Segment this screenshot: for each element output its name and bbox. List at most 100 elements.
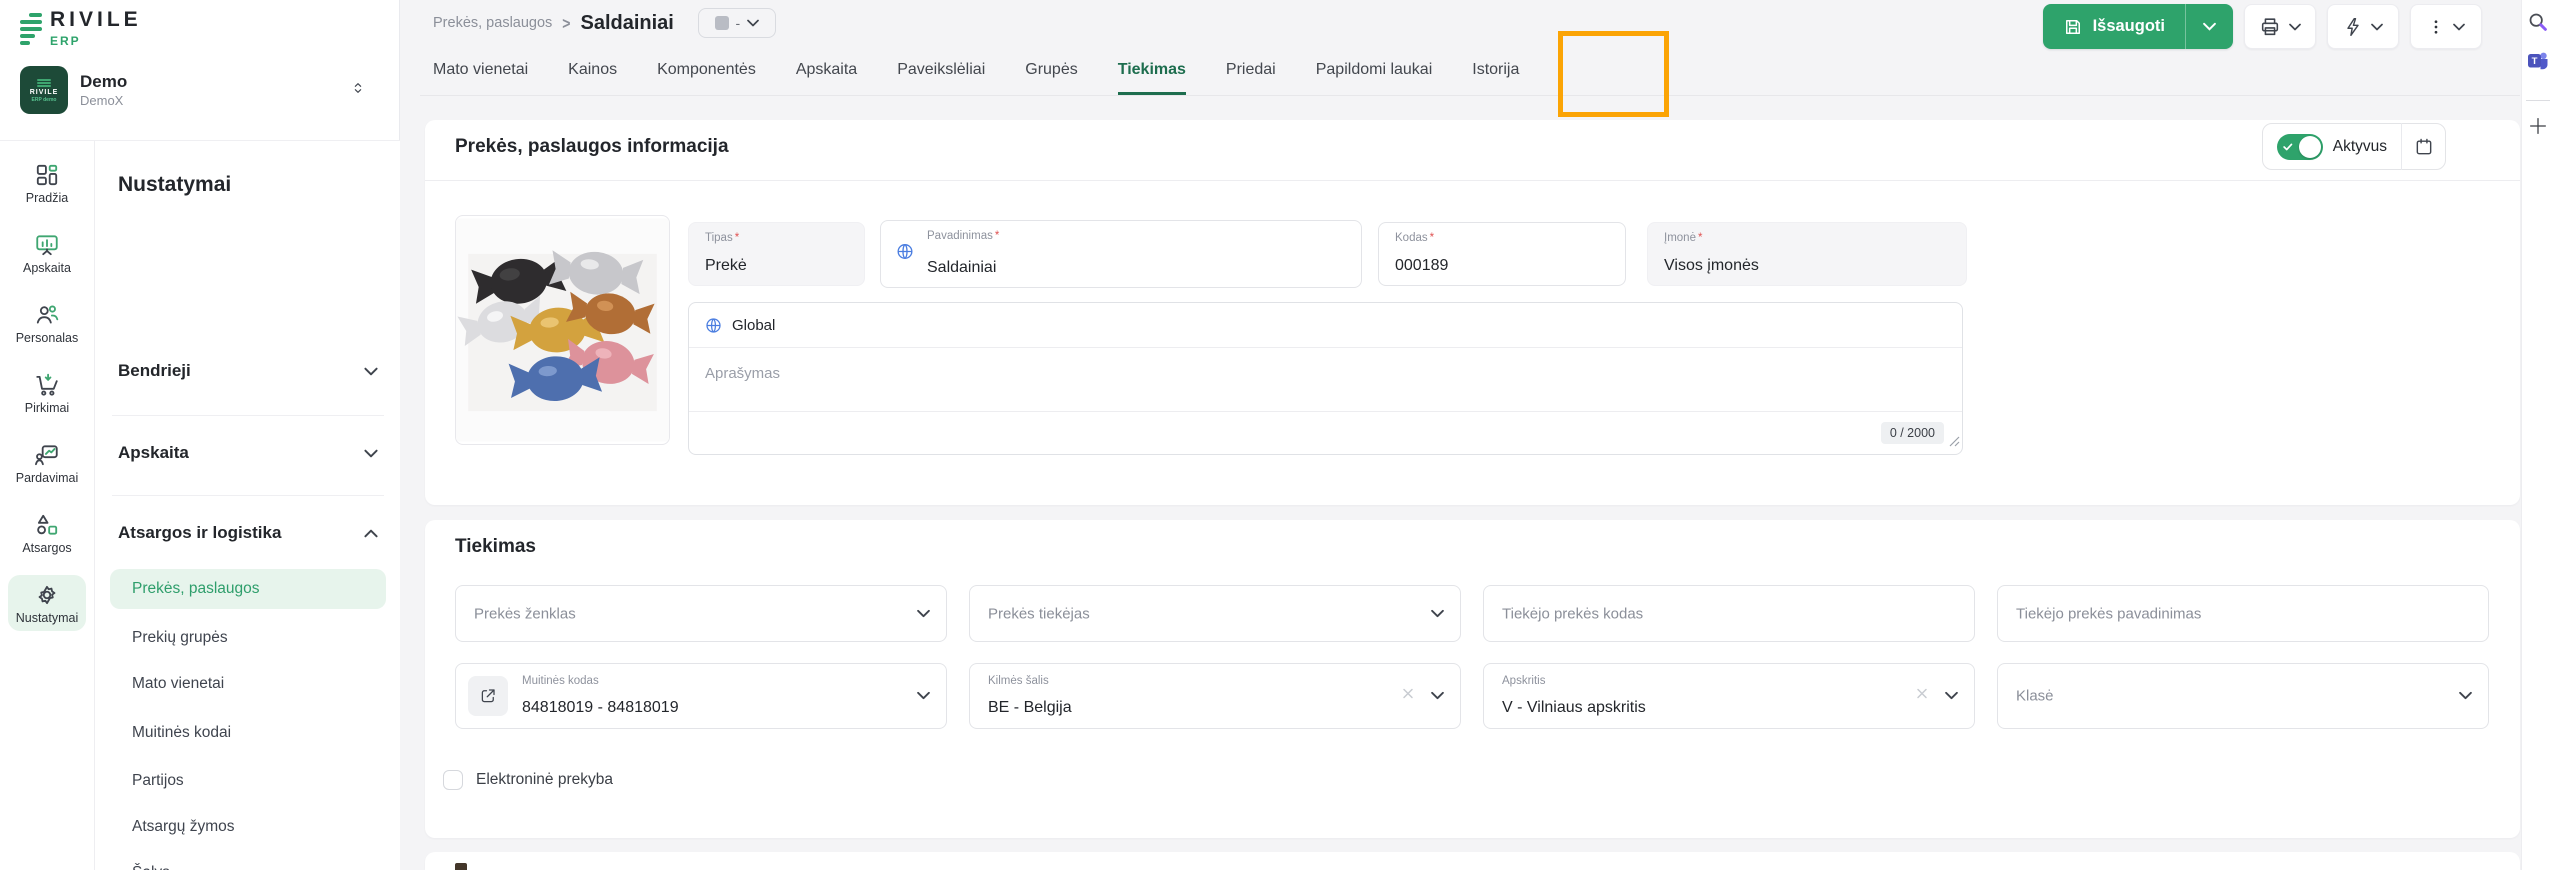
chevron-down-icon	[1431, 691, 1444, 700]
variant-dropdown[interactable]: -	[698, 8, 776, 38]
customs-code-select[interactable]: Muitinės kodas 84818019 - 84818019	[455, 663, 947, 729]
supplier-select[interactable]: Prekės tiekėjas	[969, 585, 1461, 642]
breadcrumb-link[interactable]: Prekės, paslaugos	[433, 15, 552, 31]
description-input[interactable]: Aprašymas	[705, 365, 780, 382]
save-button[interactable]: Išsaugoti	[2043, 4, 2233, 49]
rail-item-pradzia[interactable]: Pradžia	[8, 155, 86, 211]
print-button[interactable]	[2244, 4, 2316, 49]
tab-istorija[interactable]: Istorija	[1472, 45, 1519, 95]
tab-tiekimas[interactable]: Tiekimas	[1118, 45, 1186, 95]
sidebar-item-salys[interactable]: Šalys	[110, 853, 386, 870]
dashboard-icon	[34, 162, 60, 188]
card-title: Tiekimas	[455, 536, 536, 558]
tab-papildomi-laukai[interactable]: Papildomi laukai	[1316, 45, 1433, 95]
tab-komponentes[interactable]: Komponentės	[657, 45, 756, 95]
clear-icon[interactable]	[1400, 686, 1416, 707]
chevron-down-icon	[2289, 23, 2301, 31]
search-icon	[2527, 11, 2548, 32]
rail-item-pardavimai[interactable]: Pardavimai	[8, 435, 86, 491]
status-label: Aktyvus	[2333, 138, 2387, 156]
supplier-name-input[interactable]: Tiekėjo prekės pavadinimas	[1997, 585, 2489, 642]
sales-chart-icon	[34, 442, 60, 468]
company-field[interactable]: Įmonė* Visos įmonės	[1647, 222, 1967, 286]
rail-item-nustatymai[interactable]: Nustatymai	[8, 575, 86, 631]
globe-icon	[895, 242, 915, 267]
rail-item-personalas[interactable]: Personalas	[8, 295, 86, 351]
sidebar-section-apskaita[interactable]: Apskaita	[118, 443, 378, 463]
calendar-icon	[2414, 137, 2434, 157]
county-value: V - Vilniaus apskritis	[1502, 699, 1646, 717]
sidebar-item-partijos[interactable]: Partijos	[110, 761, 386, 801]
company-code: DemoX	[80, 93, 127, 108]
rail-item-apskaita[interactable]: Apskaita	[8, 225, 86, 281]
header-actions: Išsaugoti	[2043, 4, 2482, 49]
chevron-down-icon	[2203, 22, 2216, 31]
chevron-up-icon	[364, 529, 378, 538]
clear-icon[interactable]	[1914, 686, 1930, 707]
company-name: Demo	[80, 72, 127, 92]
more-actions-button[interactable]	[2410, 4, 2482, 49]
chevron-down-icon	[917, 691, 930, 700]
tab-priedai[interactable]: Priedai	[1226, 45, 1276, 95]
company-avatar: RIVILE ERP demo	[20, 66, 68, 114]
county-select[interactable]: Apskritis V - Vilniaus apskritis	[1483, 663, 1975, 729]
chevron-down-icon	[364, 449, 378, 458]
status-widget: Aktyvus	[2262, 123, 2446, 170]
add-button[interactable]	[2525, 113, 2551, 139]
type-field[interactable]: Tipas* Prekė	[688, 222, 865, 286]
active-toggle[interactable]	[2277, 134, 2323, 160]
browser-edge-strip: T	[2521, 0, 2553, 870]
sidebar-item-atsargu-zymos[interactable]: Atsargų žymos	[110, 807, 386, 847]
brand-logo[interactable]: RIVILE ERP	[20, 8, 142, 48]
save-dropdown-button[interactable]	[2185, 4, 2233, 49]
divider	[425, 180, 2520, 181]
svg-text:T: T	[2531, 56, 2537, 67]
tab-bar: Mato vienetai Kainos Komponentės Apskait…	[420, 45, 2520, 96]
left-panel: RIVILE ERP RIVILE ERP demo Demo DemoX	[0, 0, 400, 870]
ecommerce-checkbox[interactable]	[443, 770, 463, 790]
rail-item-pirkimai[interactable]: Pirkimai	[8, 365, 86, 421]
nav-rail: Pradžia Apskaita Personalas Pirkimai Par…	[0, 141, 95, 870]
chevron-down-icon	[2371, 23, 2383, 31]
brand-product: ERP	[50, 34, 142, 48]
main-content: Prekės, paslaugos > Saldainiai - Išsaugo…	[420, 0, 2520, 870]
chevron-down-icon	[2459, 691, 2472, 700]
tab-grupes[interactable]: Grupės	[1025, 45, 1077, 95]
sidebar-item-prekes-paslaugos[interactable]: Prekės, paslaugos	[110, 569, 386, 609]
tab-paveiksleliai[interactable]: Paveikslėliai	[897, 45, 985, 95]
browser-search-button[interactable]	[2525, 8, 2551, 34]
color-swatch	[715, 16, 729, 30]
rail-item-atsargos[interactable]: Atsargos	[8, 505, 86, 561]
language-tab-global[interactable]: Global	[689, 303, 1962, 348]
rivile-logo-icon	[20, 8, 42, 45]
tab-mato-vienetai[interactable]: Mato vienetai	[433, 45, 528, 95]
brand-select[interactable]: Prekės ženklas	[455, 585, 947, 642]
product-info-card: Prekės, paslaugos informacija Aktyvus	[425, 120, 2520, 505]
sidebar-section-atsargos-ir-logistika[interactable]: Atsargos ir logistika	[118, 523, 378, 543]
origin-country-select[interactable]: Kilmės šalis BE - Belgija	[969, 663, 1461, 729]
sidebar-section-bendrieji[interactable]: Bendrieji	[118, 361, 378, 381]
ecommerce-label: Elektroninė prekyba	[476, 771, 613, 789]
tab-kainos[interactable]: Kainos	[568, 45, 617, 95]
external-link-button[interactable]	[468, 676, 508, 716]
teams-button[interactable]: T	[2525, 48, 2551, 74]
kebab-menu-icon	[2427, 17, 2445, 37]
description-footer: 0 / 2000	[689, 411, 1962, 454]
automation-button[interactable]	[2327, 4, 2399, 49]
card-title: Prekės, paslaugos informacija	[455, 136, 729, 158]
resize-handle-icon[interactable]	[1948, 434, 1960, 452]
validity-calendar-button[interactable]	[2401, 123, 2445, 170]
product-image[interactable]	[455, 215, 670, 445]
company-selector[interactable]: RIVILE ERP demo Demo DemoX	[20, 58, 380, 122]
name-field[interactable]: Pavadinimas* Saldainiai	[880, 220, 1362, 288]
sidebar-item-mato-vienetai[interactable]: Mato vienetai	[110, 664, 386, 704]
sidebar-item-muitines-kodai[interactable]: Muitinės kodai	[110, 713, 386, 753]
code-field[interactable]: Kodas* 000189	[1378, 222, 1626, 286]
char-counter: 0 / 2000	[1881, 422, 1944, 444]
sidebar-item-prekiu-grupes[interactable]: Prekių grupės	[110, 618, 386, 658]
company-sort-icon	[350, 79, 366, 102]
chevron-down-icon	[364, 367, 378, 376]
supplier-code-input[interactable]: Tiekėjo prekės kodas	[1483, 585, 1975, 642]
tab-apskaita[interactable]: Apskaita	[796, 45, 857, 95]
class-select[interactable]: Klasė	[1997, 663, 2489, 729]
